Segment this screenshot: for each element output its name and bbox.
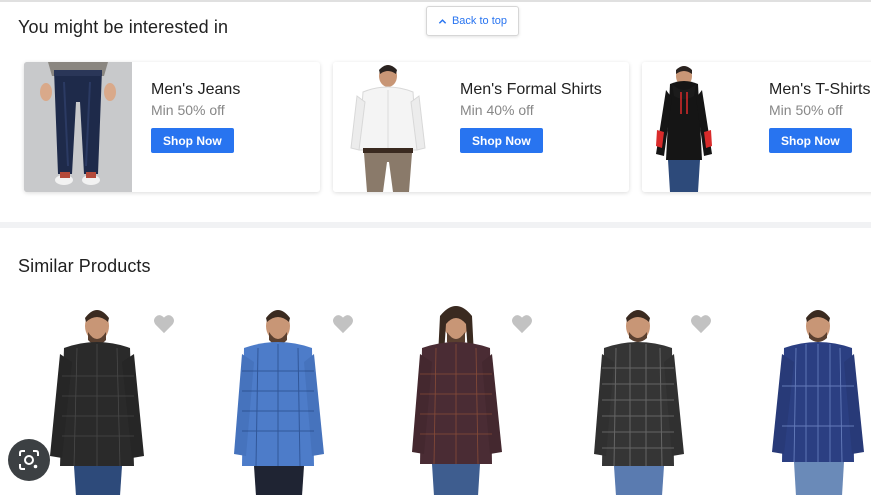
product-card[interactable] (380, 296, 540, 495)
recommendation-card-tshirts[interactable]: Men's T-Shirts Min 50% off Shop Now (642, 62, 871, 192)
card-discount: Min 50% off (769, 102, 843, 118)
tshirt-model-image (642, 62, 750, 192)
jeans-model-image (24, 62, 132, 192)
card-body: Men's T-Shirts Min 50% off Shop Now (769, 81, 870, 153)
heart-icon[interactable] (511, 314, 533, 334)
formal-shirt-model-image (333, 62, 441, 192)
visual-search-button[interactable] (8, 439, 50, 481)
section-divider (0, 222, 871, 228)
product-image-navy-check-shirt (772, 310, 864, 495)
card-title: Men's T-Shirts (769, 81, 871, 98)
back-to-top-button[interactable]: Back to top (426, 6, 519, 36)
chevron-up-icon (438, 18, 447, 24)
card-body: Men's Jeans Min 50% off Shop Now (151, 81, 240, 153)
visual-search-icon (19, 450, 39, 470)
shop-now-button[interactable]: Shop Now (460, 128, 543, 153)
card-discount: Min 50% off (151, 102, 225, 118)
heart-icon[interactable] (332, 314, 354, 334)
section-title-interested: You might be interested in (18, 17, 229, 37)
section-title-similar: Similar Products (18, 256, 151, 276)
recommendation-card-formal-shirts[interactable]: Men's Formal Shirts Min 40% off Shop Now (333, 62, 629, 192)
product-card[interactable] (200, 296, 360, 495)
card-title: Men's Jeans (151, 81, 241, 98)
card-title: Men's Formal Shirts (460, 81, 602, 98)
back-to-top-label: Back to top (451, 15, 508, 27)
card-discount: Min 40% off (460, 102, 534, 118)
shop-now-button[interactable]: Shop Now (769, 128, 852, 153)
top-divider (0, 0, 871, 2)
heart-icon[interactable] (690, 314, 712, 334)
recommendation-card-jeans[interactable]: Men's Jeans Min 50% off Shop Now (24, 62, 320, 192)
card-body: Men's Formal Shirts Min 40% off Shop Now (460, 81, 602, 153)
shop-now-button[interactable]: Shop Now (151, 128, 234, 153)
recommendation-cards: Men's Jeans Min 50% off Shop Now Men's F… (0, 60, 871, 196)
page: Back to top You might be interested in M… (0, 0, 871, 495)
product-card[interactable] (560, 296, 720, 495)
product-card[interactable] (740, 296, 871, 495)
heart-icon[interactable] (153, 314, 175, 334)
